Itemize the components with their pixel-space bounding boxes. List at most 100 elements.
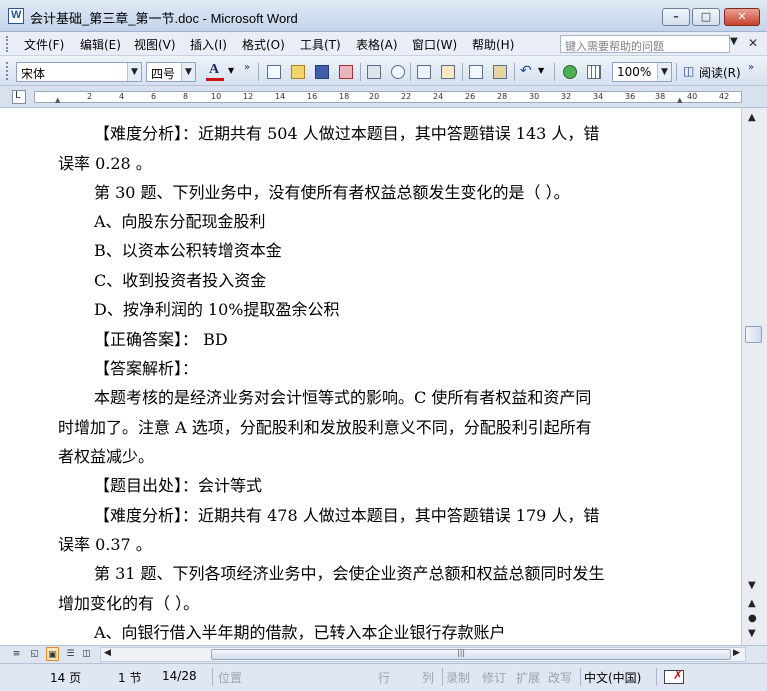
menu-insert[interactable]: 插入(I) xyxy=(190,36,227,53)
right-indent-marker[interactable]: ▲ xyxy=(677,96,682,104)
spelling-status-icon[interactable] xyxy=(664,668,684,684)
normal-view-icon[interactable]: ≡ xyxy=(10,647,23,661)
status-line[interactable]: 行 xyxy=(378,669,390,686)
folder-open-icon xyxy=(291,65,305,79)
ruler-tick: 38 xyxy=(655,92,666,101)
status-column[interactable]: 列 xyxy=(422,669,434,686)
toolbar-separator xyxy=(360,63,361,81)
doc-line: 【正确答案】： BD xyxy=(94,330,228,349)
help-dropdown-icon[interactable]: ▼ xyxy=(730,36,738,47)
chevron-down-icon: ▼ xyxy=(657,63,671,81)
status-bar: 14 页 1 节 14/28 位置 行 列 录制 修订 扩展 改写 中文(中国) xyxy=(0,663,767,691)
status-language[interactable]: 中文(中国) xyxy=(584,669,641,686)
ruler-tick: 26 xyxy=(465,92,476,101)
ruler-tick: 28 xyxy=(497,92,508,101)
reading-view-icon[interactable]: ◫ xyxy=(80,647,93,661)
hyperlink-button[interactable] xyxy=(560,62,580,82)
save-button[interactable] xyxy=(312,62,332,82)
font-color-button[interactable]: A ▼ xyxy=(204,62,236,82)
status-separator xyxy=(580,668,581,686)
horizontal-ruler[interactable]: 2 4 6 8 10 12 14 16 18 20 22 24 26 28 30… xyxy=(34,91,742,104)
status-section[interactable]: 1 节 xyxy=(118,669,141,686)
menu-help[interactable]: 帮助(H) xyxy=(472,36,514,53)
vertical-scrollbar[interactable]: ▲ ▼ ▲ ● ▼ xyxy=(741,108,767,645)
minimize-button[interactable]: – xyxy=(662,8,690,26)
new-document-button[interactable] xyxy=(264,62,284,82)
menu-table[interactable]: 表格(A) xyxy=(356,36,398,53)
ruler-tick: 42 xyxy=(719,92,730,101)
left-indent-marker[interactable]: ▲ xyxy=(55,96,60,104)
menu-grip-handle[interactable] xyxy=(6,36,9,52)
scroll-right-icon[interactable]: ▶ xyxy=(733,648,740,658)
new-document-icon xyxy=(267,65,281,79)
chevron-down-icon: ▼ xyxy=(127,63,141,81)
ruler-tick: 22 xyxy=(401,92,412,101)
menu-window[interactable]: 窗口(W) xyxy=(412,36,457,53)
status-position[interactable]: 位置 xyxy=(218,669,242,686)
ruler-tick: 32 xyxy=(561,92,572,101)
menu-format[interactable]: 格式(O) xyxy=(242,36,285,53)
toolbar-overflow-icon[interactable]: » xyxy=(748,62,758,84)
font-name-select[interactable]: 宋体 ▼ xyxy=(16,62,142,82)
menu-view[interactable]: 视图(V) xyxy=(134,36,176,53)
web-layout-view-icon[interactable]: ◱ xyxy=(28,647,41,661)
help-search-input[interactable]: 键入需要帮助的问题 xyxy=(560,35,730,53)
open-button[interactable] xyxy=(288,62,308,82)
status-ext[interactable]: 扩展 xyxy=(516,669,540,686)
research-button[interactable] xyxy=(438,62,458,82)
scroll-up-icon[interactable]: ▲ xyxy=(748,112,756,123)
undo-button[interactable]: ↶ ▼ xyxy=(518,62,548,82)
status-trk[interactable]: 修订 xyxy=(482,669,506,686)
menu-file[interactable]: 文件(F) xyxy=(24,36,64,53)
print-preview-icon xyxy=(391,65,405,79)
scroll-down-icon[interactable]: ▼ xyxy=(748,580,756,591)
menu-tools[interactable]: 工具(T) xyxy=(300,36,341,53)
print-preview-button[interactable] xyxy=(388,62,408,82)
word-app-icon[interactable] xyxy=(8,8,24,24)
select-browse-object-icon[interactable]: ● xyxy=(748,613,757,624)
toolbar-grip-handle[interactable] xyxy=(6,62,9,80)
document-area[interactable]: 【难度分析】：近期共有 504 人做过本题目，其中答题错误 143 人，错 误率… xyxy=(0,108,741,645)
insert-table-button[interactable] xyxy=(584,62,604,82)
maximize-button[interactable]: □ xyxy=(692,8,720,26)
previous-page-icon[interactable]: ▲ xyxy=(748,598,756,609)
doc-line: 者权益减少。 xyxy=(58,447,155,466)
horizontal-scroll-thumb[interactable]: ||| xyxy=(211,648,731,660)
print-button[interactable] xyxy=(364,62,384,82)
tab-stop-selector[interactable]: L xyxy=(12,90,26,104)
minimize-icon: – xyxy=(673,10,679,23)
zoom-select[interactable]: 100% ▼ xyxy=(612,62,672,82)
font-name-value: 宋体 xyxy=(21,67,46,81)
menu-edit[interactable]: 编辑(E) xyxy=(80,36,121,53)
permission-button[interactable] xyxy=(336,62,356,82)
doc-line: 增加变化的有（ ）。 xyxy=(58,594,200,613)
reading-label: 阅读(R) xyxy=(699,66,741,80)
outline-view-icon[interactable]: ☰ xyxy=(64,647,77,661)
status-page[interactable]: 14 页 xyxy=(50,669,81,686)
toolbar-separator xyxy=(676,63,677,81)
document-close-icon[interactable]: ✕ xyxy=(748,36,758,50)
font-size-select[interactable]: 四号 ▼ xyxy=(146,62,196,82)
status-rec[interactable]: 录制 xyxy=(446,669,470,686)
vertical-scroll-thumb[interactable] xyxy=(745,326,762,343)
ruler-tick: 16 xyxy=(307,92,318,101)
paste-clipboard-icon xyxy=(493,65,507,79)
ruler-tick: 12 xyxy=(243,92,254,101)
status-separator xyxy=(656,668,657,686)
status-ovr[interactable]: 改写 xyxy=(548,669,572,686)
title-bar: 会计基础_第三章_第一节.doc - Microsoft Word – □ ✕ xyxy=(0,0,767,32)
toolbar-overflow-icon[interactable]: » xyxy=(244,62,254,84)
close-button[interactable]: ✕ xyxy=(724,8,760,26)
copy-button[interactable] xyxy=(466,62,486,82)
view-and-hscroll-bar: ≡ ◱ ▣ ☰ ◫ ◀ ||| ▶ xyxy=(0,645,767,663)
doc-line: 误率 0.37 。 xyxy=(58,535,152,554)
scroll-left-icon[interactable]: ◀ xyxy=(104,648,111,658)
spelling-button[interactable] xyxy=(414,62,434,82)
paste-button[interactable] xyxy=(490,62,510,82)
status-page-of[interactable]: 14/28 xyxy=(162,669,197,683)
next-page-icon[interactable]: ▼ xyxy=(748,628,756,639)
copy-icon xyxy=(469,65,483,79)
maximize-icon: □ xyxy=(700,10,712,23)
horizontal-scrollbar[interactable]: ◀ ||| ▶ xyxy=(100,647,746,662)
print-layout-view-icon[interactable]: ▣ xyxy=(46,647,59,661)
